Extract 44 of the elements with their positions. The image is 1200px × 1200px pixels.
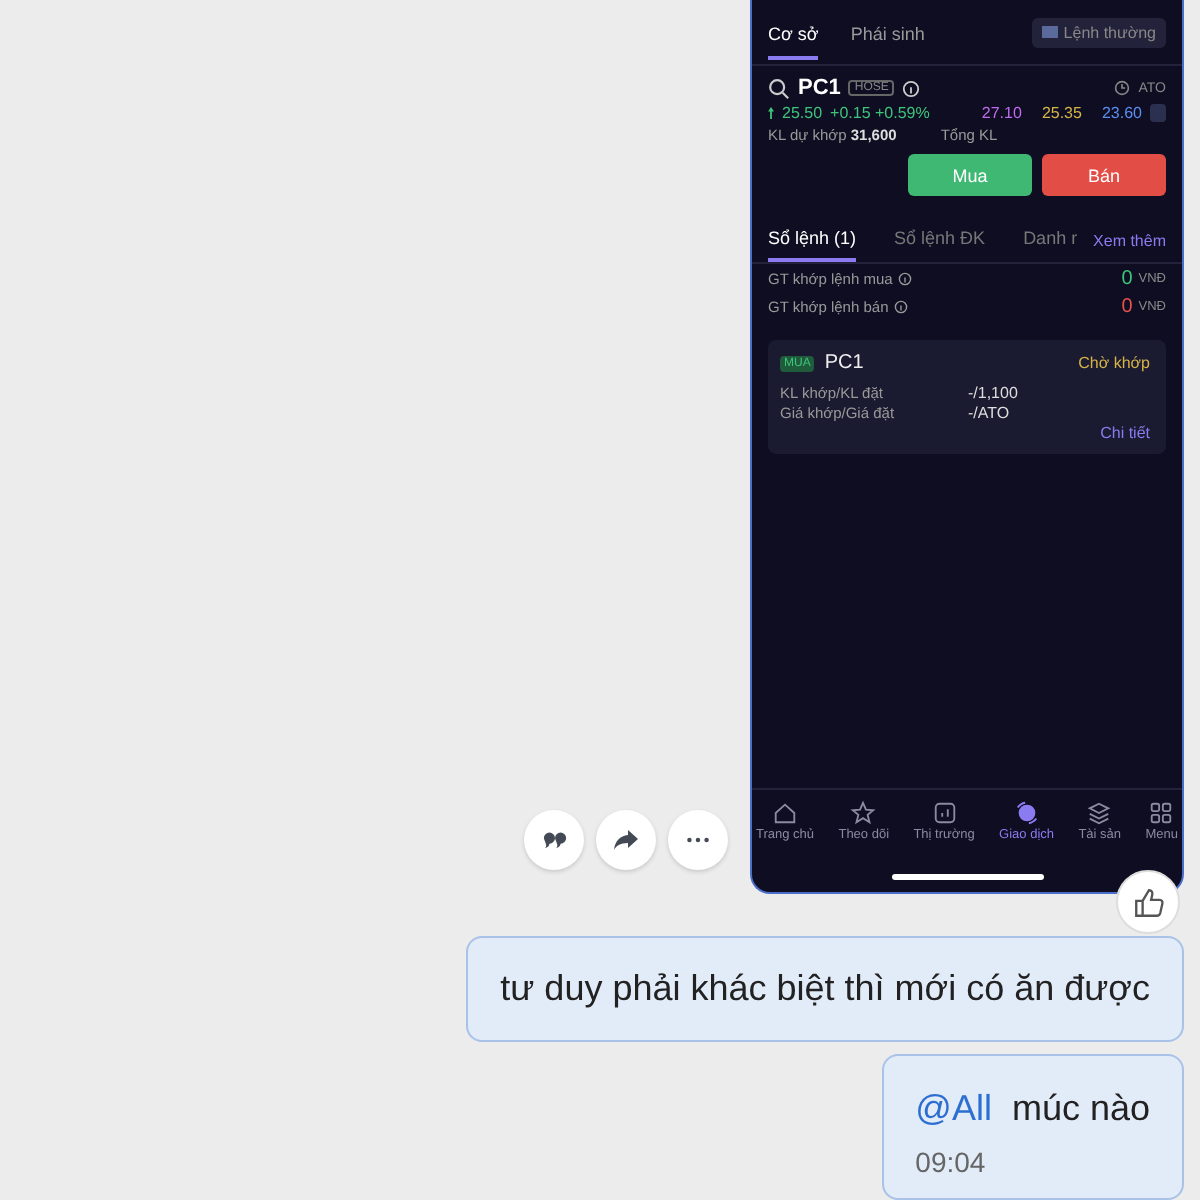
order-field-value: -/1,100: [968, 383, 1018, 401]
detail-link[interactable]: Chi tiết: [1100, 424, 1150, 442]
price-change: +0.15 +0.59%: [830, 104, 930, 122]
star-icon: [850, 799, 877, 825]
ceiling-price: 27.10: [981, 104, 1022, 122]
message-time: 09:04: [915, 1146, 988, 1178]
quote-button[interactable]: [524, 810, 584, 870]
mention-link[interactable]: @All: [915, 1088, 992, 1130]
order-book-tab[interactable]: Sổ lệnh ĐK: [894, 220, 986, 262]
order-symbol: PC1: [824, 352, 864, 374]
info-icon[interactable]: [902, 79, 921, 97]
search-icon[interactable]: [768, 77, 790, 99]
order-field-value: -/ATO: [968, 403, 1010, 421]
message-text: múc nào: [1011, 1088, 1150, 1130]
info-icon[interactable]: [894, 299, 909, 313]
up-arrow-icon: [768, 106, 774, 120]
market-tab[interactable]: Phái sinh: [850, 5, 925, 59]
quote-icon: [541, 830, 567, 850]
sell-button[interactable]: Bán: [1042, 154, 1166, 196]
price-value: 25.50: [782, 104, 823, 122]
thumbs-up-icon: [1131, 885, 1165, 919]
see-more-link[interactable]: Xem thêm: [1093, 232, 1166, 250]
order-status: Chờ khớp: [1078, 354, 1150, 372]
order-type-button[interactable]: Lệnh thường: [1031, 17, 1166, 47]
orbit-icon: [1013, 799, 1040, 825]
summary-value: 0: [1121, 267, 1133, 289]
chart-icon: [931, 799, 958, 825]
more-icon: [686, 836, 710, 844]
grid-icon: [1148, 799, 1175, 825]
house-icon: [772, 799, 799, 825]
layers-icon: [1086, 799, 1113, 825]
summary-value: 0: [1121, 295, 1133, 317]
clock-icon: [1114, 80, 1131, 96]
floor-price: 23.60: [1101, 104, 1142, 122]
reference-price: 25.35: [1041, 104, 1082, 122]
order-book-tab[interactable]: Sổ lệnh (1): [768, 220, 857, 262]
message-text: tư duy phải khác biệt thì mới có ăn được: [500, 968, 1150, 1010]
order-book-tab[interactable]: Danh r: [1023, 220, 1078, 262]
stock-symbol: PC1: [798, 76, 841, 100]
info-icon[interactable]: [898, 271, 913, 285]
market-tab[interactable]: Cơ sở: [768, 5, 819, 59]
share-icon: [612, 828, 640, 852]
thumbs-up-button[interactable]: [1116, 870, 1180, 934]
share-button[interactable]: [596, 810, 656, 870]
